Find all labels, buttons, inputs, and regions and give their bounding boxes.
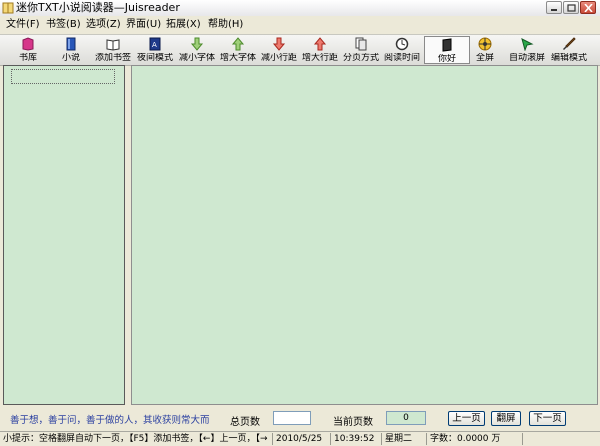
night-mode-icon: A: [149, 37, 161, 51]
menu-options[interactable]: 选项(Z): [86, 18, 121, 32]
dark-book-icon: [442, 38, 452, 52]
edit-brush-icon: [563, 37, 576, 50]
menu-bookmarks[interactable]: 书签(B): [46, 18, 81, 32]
fullscreen-icon: [478, 37, 492, 51]
menu-help[interactable]: 帮助(H): [208, 18, 243, 32]
status-date: 2010/5/25: [276, 434, 323, 444]
minimize-button[interactable]: [546, 1, 562, 14]
list-item-selected[interactable]: [11, 69, 115, 84]
arrow-down-red-icon: [272, 37, 286, 51]
reading-area[interactable]: [131, 65, 598, 405]
autoscroll-icon: [521, 38, 534, 51]
status-wordcount: 字数：0.0000 万: [430, 434, 501, 444]
prev-page-button[interactable]: 上一页: [448, 411, 485, 426]
maximize-icon: [567, 4, 576, 12]
maximize-button[interactable]: [563, 1, 579, 14]
hint-text: 善于想，善于问，善于做的人，其收获则常大而: [10, 415, 210, 426]
next-page-button[interactable]: 下一页: [529, 411, 566, 426]
menu-extend[interactable]: 拓展(X): [166, 18, 201, 32]
close-button[interactable]: [580, 1, 596, 14]
page-controls: 善于想，善于问，善于做的人，其收获则常大而 总页数 当前页数 0 上一页 翻屏 …: [0, 407, 600, 431]
status-weekday: 星期二: [385, 434, 413, 444]
arrow-up-red-icon: [313, 37, 327, 51]
svg-text:A: A: [152, 41, 157, 49]
status-separator: [330, 433, 331, 445]
total-pages-label: 总页数: [230, 417, 260, 428]
menu-file[interactable]: 文件(F): [6, 18, 40, 32]
minimize-icon: [551, 9, 557, 11]
flip-screen-button[interactable]: 翻屏: [491, 411, 521, 426]
status-time: 10:39:52: [334, 434, 375, 444]
bookshelf-icon: [22, 37, 34, 51]
menu-bar: 文件(F) 书签(B) 选项(Z) 界面(U) 拓展(X) 帮助(H): [0, 16, 600, 34]
open-book-icon: [106, 39, 120, 51]
toolbar-reading-time-button[interactable]: 阅读时间: [379, 36, 425, 64]
status-separator: [426, 433, 427, 445]
status-separator: [381, 433, 382, 445]
toolbar: 书库 小说 添加书签 A 夜间模式 减小字体 增大字体 减小行距 增大行距 分页…: [0, 34, 600, 66]
status-separator: [272, 433, 273, 445]
title-bar[interactable]: 迷你TXT小说阅读器—Juisreader: [0, 0, 600, 17]
current-page-label: 当前页数: [333, 417, 373, 428]
window-title: 迷你TXT小说阅读器—Juisreader: [16, 1, 180, 14]
chapter-list-pane[interactable]: [3, 65, 125, 405]
toolbar-label: 编辑模式: [550, 53, 587, 63]
arrow-down-green-icon: [190, 37, 204, 51]
menu-interface[interactable]: 界面(U): [126, 18, 161, 32]
total-pages-field: [273, 411, 311, 425]
close-icon: [584, 4, 593, 12]
page-split-icon: [355, 37, 367, 51]
current-page-field[interactable]: 0: [386, 411, 426, 425]
book-icon: [66, 37, 76, 51]
clock-icon: [395, 37, 409, 51]
arrow-up-green-icon: [231, 37, 245, 51]
app-book-icon: [2, 2, 14, 14]
status-bar: 小提示：空格翻屏自动下一页，【F5】添加书签，【←】上一页，【→ 2010/5/…: [0, 431, 600, 446]
toolbar-edit-mode-button[interactable]: 编辑模式: [546, 36, 592, 64]
status-tip: 小提示：空格翻屏自动下一页，【F5】添加书签，【←】上一页，【→: [3, 434, 268, 444]
status-separator: [522, 433, 523, 445]
